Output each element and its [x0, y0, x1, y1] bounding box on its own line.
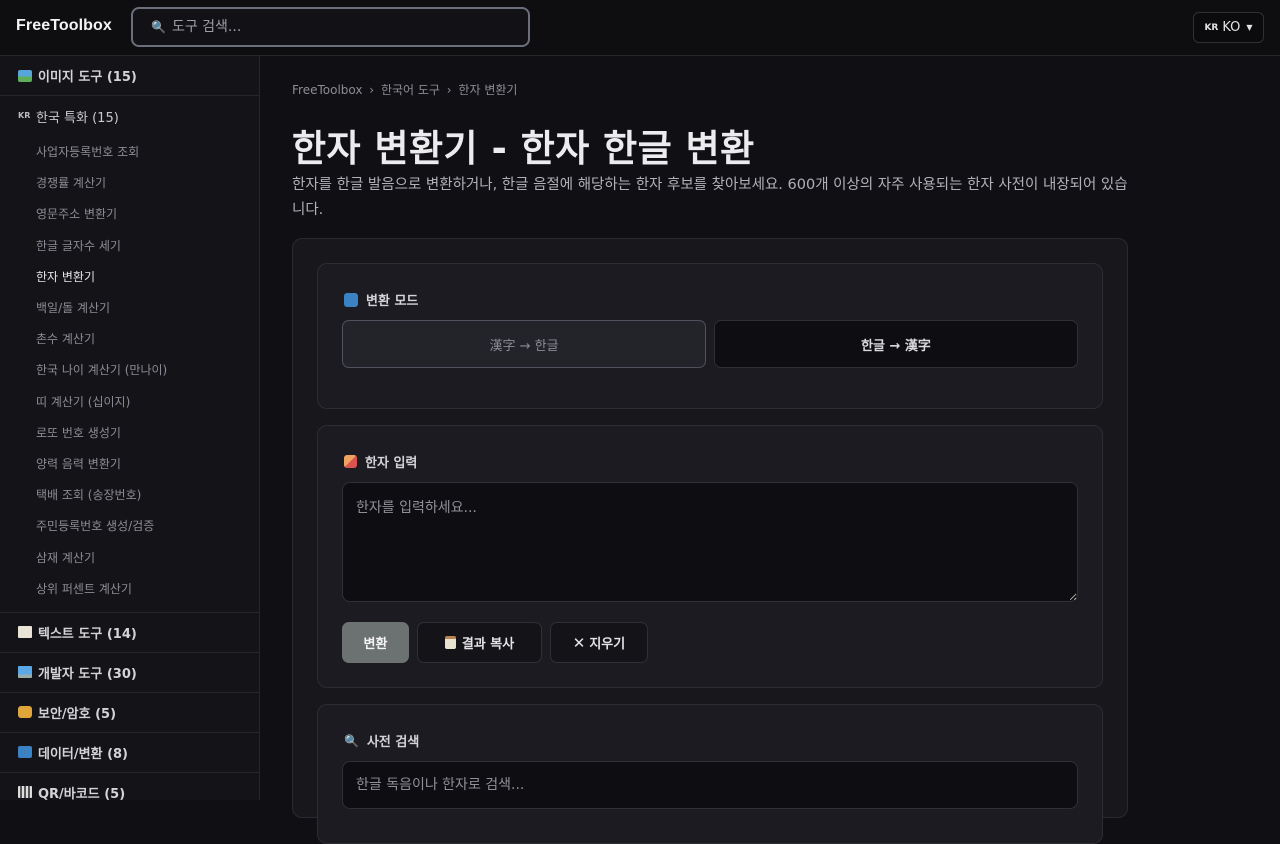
- sidebar-item[interactable]: 주민등록번호 생성/검증: [0, 510, 259, 541]
- sidebar-category-label: 이미지 도구 (15): [38, 70, 137, 85]
- lock-icon: [18, 706, 32, 719]
- sidebar-item[interactable]: 영문주소 변환기: [0, 198, 259, 229]
- sidebar-item[interactable]: 사업자등록번호 조회: [0, 136, 259, 167]
- search-input[interactable]: [171, 19, 512, 35]
- breadcrumb-home[interactable]: FreeToolbox: [292, 83, 362, 97]
- sidebar-category-image[interactable]: 이미지 도구 (15): [0, 56, 259, 96]
- sidebar-category-label: 데이터/변환 (8): [38, 746, 129, 762]
- top-bar: FreeToolbox 🔍 KR KO ▼: [0, 0, 1280, 56]
- main-content: FreeToolbox › 한국어 도구 › 한자 변환기 한자 변환기 - 한…: [260, 56, 1280, 844]
- sidebar-item[interactable]: 한글 글자수 세기: [0, 230, 259, 261]
- mode-label: 변환 모드: [366, 294, 419, 309]
- laptop-icon: [18, 666, 32, 679]
- breadcrumb-separator: ›: [446, 83, 452, 97]
- copy-result-button[interactable]: 결과 복사: [417, 622, 542, 663]
- sidebar-item[interactable]: 한자 변환기: [0, 261, 259, 292]
- sidebar-category-label: 개발자 도구 (30): [38, 666, 137, 682]
- dictionary-search-input[interactable]: [342, 761, 1078, 809]
- search-icon: 🔍: [344, 733, 359, 748]
- sidebar-category[interactable]: 데이터/변환 (8): [0, 733, 259, 773]
- sidebar-category[interactable]: 보안/암호 (5): [0, 693, 259, 733]
- input-label: 한자 입력: [365, 456, 418, 471]
- sidebar-item[interactable]: 띠 계산기 (십이지): [0, 386, 259, 417]
- sidebar-category[interactable]: QR/바코드 (5): [0, 773, 259, 800]
- copy-label: 결과 복사: [461, 637, 515, 652]
- sidebar-category[interactable]: 개발자 도구 (30): [0, 653, 259, 693]
- search-box[interactable]: 🔍: [131, 7, 530, 47]
- flag-kr-icon: KR: [18, 111, 31, 120]
- input-card: 한자 입력 변환 결과 복사 ✕ 지우기: [317, 425, 1103, 688]
- sidebar-item[interactable]: 경쟁률 계산기: [0, 167, 259, 198]
- breadcrumb-current: 한자 변환기: [458, 83, 518, 97]
- sidebar-sublist: 사업자등록번호 조회 경쟁률 계산기 영문주소 변환기 한글 글자수 세기 한자 변환기…: [0, 136, 259, 613]
- sidebar-item[interactable]: 상위 퍼센트 계산기: [0, 573, 259, 604]
- sidebar-item[interactable]: 한국 나이 계산기 (만나이): [0, 354, 259, 385]
- flag-kr-icon: KR: [1204, 22, 1219, 33]
- mode-label-row: 변환 모드: [344, 290, 418, 309]
- sidebar-category[interactable]: 텍스트 도구 (14): [0, 613, 259, 653]
- refresh-icon: [18, 746, 32, 759]
- pencil-icon: [344, 455, 357, 468]
- sidebar-item[interactable]: 백일/돌 계산기: [0, 292, 259, 323]
- close-icon: ✕: [572, 633, 586, 652]
- clipboard-icon: [444, 636, 456, 649]
- caret-down-icon: ▼: [1246, 23, 1253, 32]
- tool-panel: 변환 모드 漢字 → 한글 한글 → 漢字 한자 입력 변환 결과 복사 ✕ 지…: [292, 238, 1128, 844]
- language-code: KO: [1222, 20, 1241, 35]
- breadcrumb: FreeToolbox › 한국어 도구 › 한자 변환기: [292, 81, 517, 98]
- logo[interactable]: FreeToolbox: [16, 17, 112, 35]
- hanja-input[interactable]: [342, 482, 1078, 602]
- dictionary-card: 🔍 사전 검색: [317, 704, 1103, 844]
- language-selector[interactable]: KR KO ▼: [1193, 12, 1264, 43]
- dict-label-row: 🔍 사전 검색: [344, 731, 420, 751]
- sidebar-category-label: QR/바코드 (5): [38, 786, 126, 800]
- input-label-row: 한자 입력: [344, 452, 417, 471]
- sidebar-item[interactable]: 양력 음력 변환기: [0, 448, 259, 479]
- qr-icon: [18, 786, 32, 799]
- sidebar-item[interactable]: 촌수 계산기: [0, 323, 259, 354]
- mode-card: 변환 모드 漢字 → 한글 한글 → 漢字: [317, 263, 1103, 409]
- page-description: 한자를 한글 발음으로 변환하거나, 한글 음절에 해당하는 한자 후보를 찾아…: [292, 177, 1128, 218]
- sidebar-item[interactable]: 로또 번호 생성기: [0, 417, 259, 448]
- sidebar: 이미지 도구 (15) KR 한국 특화 (15) 사업자등록번호 조회 경쟁률 …: [0, 56, 260, 800]
- dict-label: 사전 검색: [366, 735, 420, 750]
- breadcrumb-separator: ›: [369, 83, 375, 97]
- document-icon: [18, 626, 32, 639]
- clear-label: 지우기: [589, 637, 626, 652]
- page-title: 한자 변환기 - 한자 한글 변환: [292, 127, 755, 170]
- sidebar-category-label: 보안/암호 (5): [38, 706, 117, 722]
- sidebar-item[interactable]: 삼재 계산기: [0, 541, 259, 572]
- mode-hanja-to-hangul-button[interactable]: 漢字 → 한글: [342, 320, 706, 368]
- sidebar-category-label: 텍스트 도구 (14): [38, 626, 137, 642]
- convert-button[interactable]: 변환: [342, 622, 409, 663]
- image-icon: [18, 69, 32, 82]
- sidebar-category-label: 한국 특화 (15): [36, 110, 119, 126]
- sidebar-item[interactable]: 택배 조회 (송장번호): [0, 479, 259, 510]
- refresh-icon: [344, 292, 358, 307]
- breadcrumb-section[interactable]: 한국어 도구: [381, 83, 440, 97]
- sidebar-category-korean[interactable]: KR 한국 특화 (15): [0, 96, 259, 136]
- search-icon: 🔍: [151, 20, 166, 34]
- mode-hangul-to-hanja-button[interactable]: 한글 → 漢字: [714, 320, 1078, 368]
- clear-button[interactable]: ✕ 지우기: [550, 622, 648, 663]
